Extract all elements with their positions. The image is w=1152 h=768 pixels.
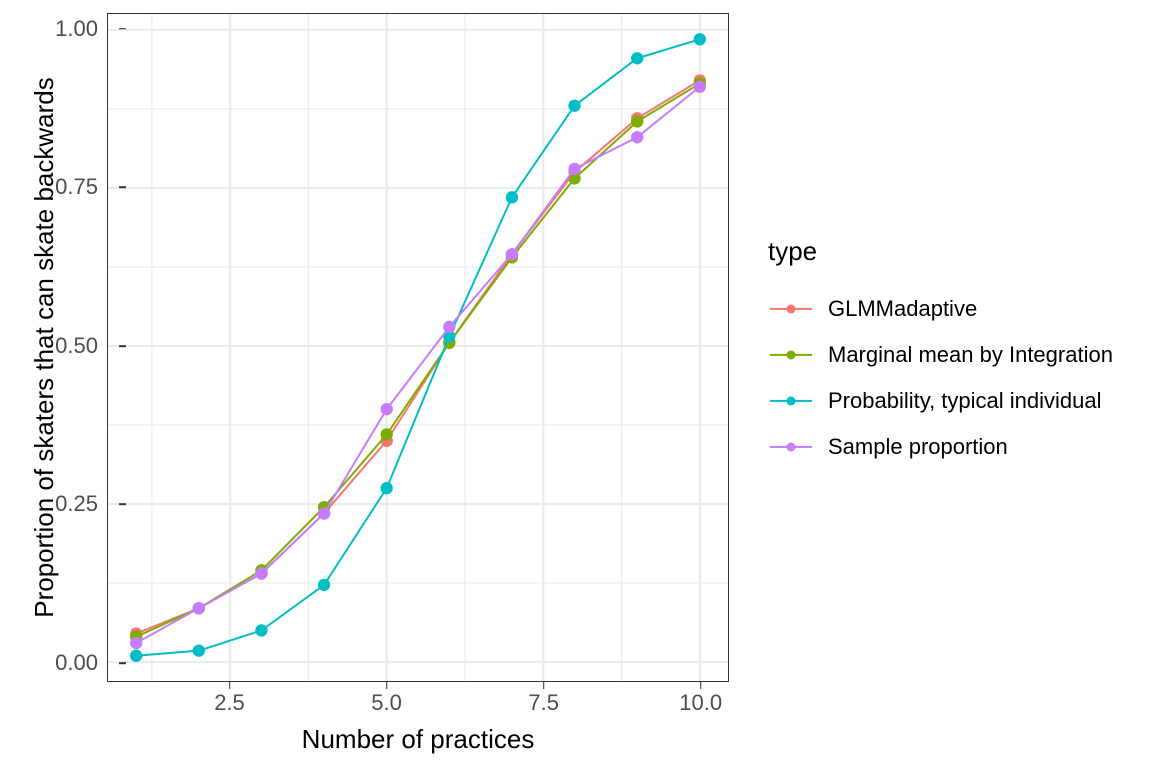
x-tick-label: 5.0 xyxy=(371,690,402,715)
legend-key-icon xyxy=(768,286,814,332)
legend-key-point xyxy=(786,442,796,452)
x-tick-mark xyxy=(542,682,545,689)
legend-key-point xyxy=(786,396,796,406)
legend-label: Probability, typical individual xyxy=(828,388,1102,413)
legend-key-point xyxy=(786,304,796,314)
legend-key-icon xyxy=(768,424,814,470)
legend-item-2[interactable]: Probability, typical individual xyxy=(768,378,1113,424)
legend-items: GLMMadaptive Marginal mean by Integration… xyxy=(768,286,1113,470)
legend-key-point xyxy=(786,350,796,360)
y-axis-title: Proportion of skaters that can skate bac… xyxy=(29,77,59,618)
chart-figure: 0.00 0.25 0.50 0.75 1.00 2.5 5.0 7.5 10.0 Numbe… xyxy=(0,0,1152,768)
legend-title: type xyxy=(768,236,818,266)
legend-item-0[interactable]: GLMMadaptive xyxy=(768,286,1113,332)
x-axis-title: Number of practices xyxy=(301,724,535,754)
legend: type GLMMadaptive Marginal mean by Integr… xyxy=(768,238,1113,470)
x-tick-mark xyxy=(228,682,231,689)
legend-key-icon xyxy=(768,378,814,424)
legend-key-icon xyxy=(768,332,814,378)
x-tick-label: 10.0 xyxy=(679,690,723,715)
x-tick-mark xyxy=(385,682,388,689)
legend-label: GLMMadaptive xyxy=(828,296,978,321)
legend-item-3[interactable]: Sample proportion xyxy=(768,424,1113,470)
x-tick-label: 2.5 xyxy=(214,690,245,715)
legend-label: Sample proportion xyxy=(828,434,1008,459)
x-tick-label: 7.5 xyxy=(528,690,559,715)
legend-label: Marginal mean by Integration xyxy=(828,342,1113,367)
x-tick-mark xyxy=(699,682,702,689)
legend-item-1[interactable]: Marginal mean by Integration xyxy=(768,332,1113,378)
